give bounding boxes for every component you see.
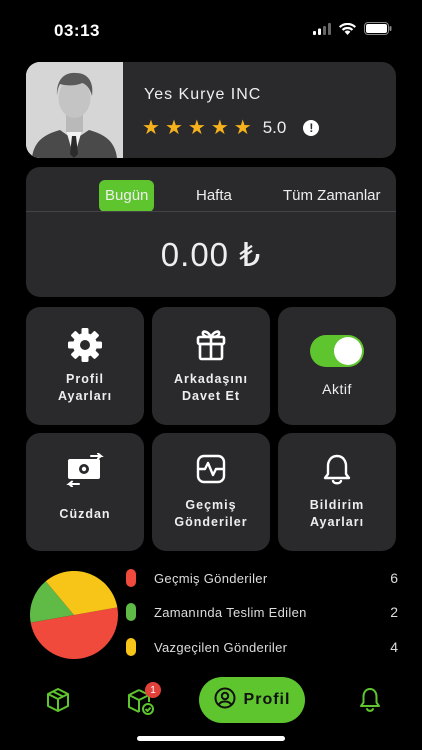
rating-row: ★ ★ ★ ★ ★ 5.0 ! <box>142 117 320 139</box>
legend-row-past: Geçmiş Gönderiler 6 <box>126 567 398 589</box>
active-label: Aktif <box>322 381 352 397</box>
past-deliveries-label: Geçmiş Gönderiler <box>152 497 270 531</box>
wallet-tile[interactable]: Cüzdan <box>26 433 144 551</box>
legend-dot <box>126 638 136 656</box>
past-deliveries-tile[interactable]: Geçmiş Gönderiler <box>152 433 270 551</box>
profile-settings-tile[interactable]: Profil Ayarları <box>26 307 144 425</box>
status-icons <box>313 22 392 35</box>
battery-icon <box>364 22 392 35</box>
legend-count: 6 <box>390 570 398 586</box>
tile-label-line: Davet Et <box>181 389 241 403</box>
tab-all-time[interactable]: Tüm Zamanlar <box>283 180 381 212</box>
status-bar: 03:13 <box>0 0 422 58</box>
wallet-label: Cüzdan <box>59 507 111 521</box>
legend-label: Vazgeçilen Gönderiler <box>154 639 288 655</box>
toggle-knob <box>334 337 362 365</box>
star-icon: ★ <box>142 117 160 139</box>
user-circle-icon <box>214 687 236 714</box>
tabs-divider <box>26 211 396 212</box>
legend-row-cancelled: Vazgeçilen Gönderiler 4 <box>126 636 398 658</box>
company-name: Yes Kurye INC <box>144 86 262 103</box>
legend-label: Zamanında Teslim Edilen <box>154 604 307 620</box>
activity-monitor-icon <box>152 453 270 485</box>
bell-nav-icon[interactable] <box>356 686 384 714</box>
tile-label-line: Ayarları <box>309 515 365 529</box>
signal-icon <box>313 22 331 35</box>
active-toggle[interactable] <box>310 335 364 367</box>
star-icon: ★ <box>164 117 183 139</box>
status-time: 03:13 <box>54 21 100 40</box>
star-icon: ★ <box>233 117 252 139</box>
wifi-icon <box>339 22 356 35</box>
profile-card[interactable]: Yes Kurye INC ★ ★ ★ ★ ★ 5.0 ! <box>26 62 396 158</box>
notification-settings-tile[interactable]: Bildirim Ayarları <box>278 433 396 551</box>
tile-label-line: Geçmiş <box>185 498 237 512</box>
legend-count: 4 <box>390 639 398 655</box>
money-exchange-icon <box>26 453 144 487</box>
notification-badge: 1 <box>145 682 161 698</box>
tile-label-line: Ayarları <box>57 389 113 403</box>
legend-dot <box>126 569 136 587</box>
earnings-amount: 0.00 ₺ <box>160 236 262 273</box>
package-check-icon[interactable]: 1 <box>125 682 161 718</box>
legend-label: Geçmiş Gönderiler <box>154 570 268 586</box>
profile-tab-label: Profil <box>243 691 291 708</box>
star-icon: ★ <box>187 117 206 139</box>
star-icon: ★ <box>210 117 229 139</box>
notification-settings-label: Bildirim Ayarları <box>278 497 396 531</box>
gear-icon <box>26 327 144 363</box>
package-icon[interactable] <box>44 686 72 714</box>
legend-row-on-time: Zamanında Teslim Edilen 2 <box>126 601 398 623</box>
deliveries-pie-chart <box>30 571 118 659</box>
bell-icon <box>278 453 396 487</box>
active-toggle-wrap <box>278 335 396 367</box>
period-tabs: Bugün Hafta Tüm Zamanlar <box>26 180 396 212</box>
tab-week[interactable]: Hafta <box>196 180 232 212</box>
avatar <box>26 62 123 158</box>
rating-value: 5.0 <box>262 118 287 137</box>
tile-label-line: Profil <box>66 372 104 386</box>
active-status-tile: Aktif <box>278 307 396 425</box>
legend-dot <box>126 603 136 621</box>
profile-settings-label: Profil Ayarları <box>26 371 144 405</box>
tile-label-line: Gönderiler <box>174 515 248 529</box>
tab-today[interactable]: Bugün <box>99 180 155 212</box>
profile-tab-button[interactable]: Profil <box>199 677 305 723</box>
gift-icon <box>152 327 270 361</box>
earnings-card: Bugün Hafta Tüm Zamanlar 0.00 ₺ <box>26 167 396 297</box>
invite-friend-label: Arkadaşını Davet Et <box>152 371 270 405</box>
info-icon[interactable]: ! <box>303 120 320 136</box>
tile-label-line: Bildirim <box>309 498 365 512</box>
invite-friend-tile[interactable]: Arkadaşını Davet Et <box>152 307 270 425</box>
bottom-nav: 1 Profil <box>0 672 422 732</box>
legend-count: 2 <box>390 604 398 620</box>
tile-label-line: Arkadaşını <box>174 372 248 386</box>
home-indicator <box>137 736 285 741</box>
